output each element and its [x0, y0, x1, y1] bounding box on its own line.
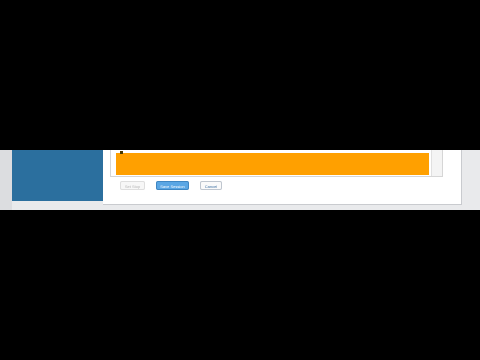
marker-dot: [120, 151, 123, 154]
cancel-button[interactable]: Cancel: [200, 181, 222, 190]
results-panel: [110, 150, 443, 177]
letterbox-bottom: [0, 210, 480, 360]
right-gutter: [462, 150, 480, 210]
save-session-button[interactable]: Save Session: [156, 181, 189, 190]
highlight-band: [116, 151, 429, 175]
side-panel: [12, 150, 103, 201]
content-card: Set Stop Save Session Cancel: [103, 150, 462, 205]
left-edge: [0, 150, 12, 210]
screen-viewport: Set Stop Save Session Cancel: [0, 150, 480, 210]
letterbox-top: [0, 0, 480, 150]
scrollbar[interactable]: [431, 150, 442, 176]
set-stop-button[interactable]: Set Stop: [120, 181, 145, 190]
